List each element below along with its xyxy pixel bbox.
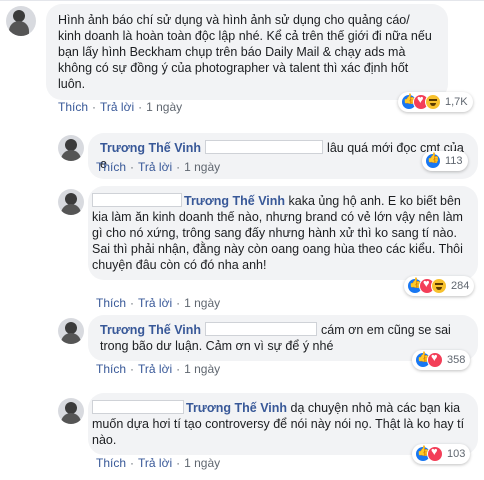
comment-actions: Thích · Trả lời · 1 ngày xyxy=(96,296,221,310)
comment-text: Hình ảnh báo chí sử dụng và hình ảnh sử … xyxy=(58,13,432,91)
reaction-count: 1,7K xyxy=(445,96,468,108)
reaction-summary[interactable]: 358 xyxy=(412,350,471,370)
like-link[interactable]: Thích xyxy=(96,160,126,174)
redacted-name xyxy=(92,400,184,414)
avatar[interactable] xyxy=(6,6,36,36)
comment-actions: Thích · Trả lời · 1 ngày xyxy=(96,456,221,470)
like-link[interactable]: Thích xyxy=(58,100,88,114)
redacted-name xyxy=(205,140,324,154)
comment-actions: Thích · Trả lời · 1 ngày xyxy=(96,160,221,174)
reaction-summary[interactable]: 284 xyxy=(404,276,475,296)
like-link[interactable]: Thích xyxy=(96,362,126,376)
timestamp[interactable]: 1 ngày xyxy=(184,362,220,376)
timestamp[interactable]: 1 ngày xyxy=(184,456,220,470)
reaction-count: 284 xyxy=(451,280,470,292)
like-link[interactable]: Thích xyxy=(96,296,126,310)
reply-link[interactable]: Trả lời xyxy=(138,160,172,174)
redacted-name xyxy=(92,193,182,207)
reply-link[interactable]: Trả lời xyxy=(138,456,172,470)
top-divider xyxy=(0,0,484,1)
comment-bubble: Hình ảnh báo chí sử dụng và hình ảnh sử … xyxy=(46,4,448,100)
reply-link[interactable]: Trả lời xyxy=(138,296,172,310)
timestamp[interactable]: 1 ngày xyxy=(146,100,182,114)
comment-author[interactable]: Trương Thế Vinh xyxy=(100,323,201,337)
redacted-name xyxy=(205,322,318,336)
love-icon xyxy=(427,352,443,368)
reaction-summary[interactable]: 1,7K xyxy=(398,92,473,112)
reaction-count: 113 xyxy=(445,155,463,167)
timestamp[interactable]: 1 ngày xyxy=(184,296,220,310)
like-icon xyxy=(425,153,441,169)
comment-author[interactable]: Trương Thế Vinh xyxy=(184,194,285,208)
like-link[interactable]: Thích xyxy=(96,456,126,470)
reaction-summary[interactable]: 103 xyxy=(412,444,471,464)
reply-link[interactable]: Trả lời xyxy=(138,362,172,376)
reaction-count: 103 xyxy=(447,448,466,460)
avatar[interactable] xyxy=(58,318,84,344)
reply-link[interactable]: Trả lời xyxy=(100,100,134,114)
love-icon xyxy=(427,446,443,462)
avatar[interactable] xyxy=(58,135,84,161)
comment-actions: Thích · Trả lời · 1 ngày xyxy=(58,100,183,114)
reaction-count: 358 xyxy=(447,354,466,366)
haha-icon xyxy=(431,278,447,294)
comment-author[interactable]: Trương Thế Vinh xyxy=(186,401,287,415)
reaction-summary[interactable]: 113 xyxy=(422,151,468,171)
avatar[interactable] xyxy=(58,189,84,215)
avatar[interactable] xyxy=(58,398,84,424)
timestamp[interactable]: 1 ngày xyxy=(184,160,220,174)
comment-author[interactable]: Trương Thế Vinh xyxy=(100,141,201,155)
haha-icon xyxy=(425,94,441,110)
comment-actions: Thích · Trả lời · 1 ngày xyxy=(96,362,221,376)
comment-bubble: Trương Thế Vinh kaka ủng hộ anh. E ko bi… xyxy=(88,186,478,280)
